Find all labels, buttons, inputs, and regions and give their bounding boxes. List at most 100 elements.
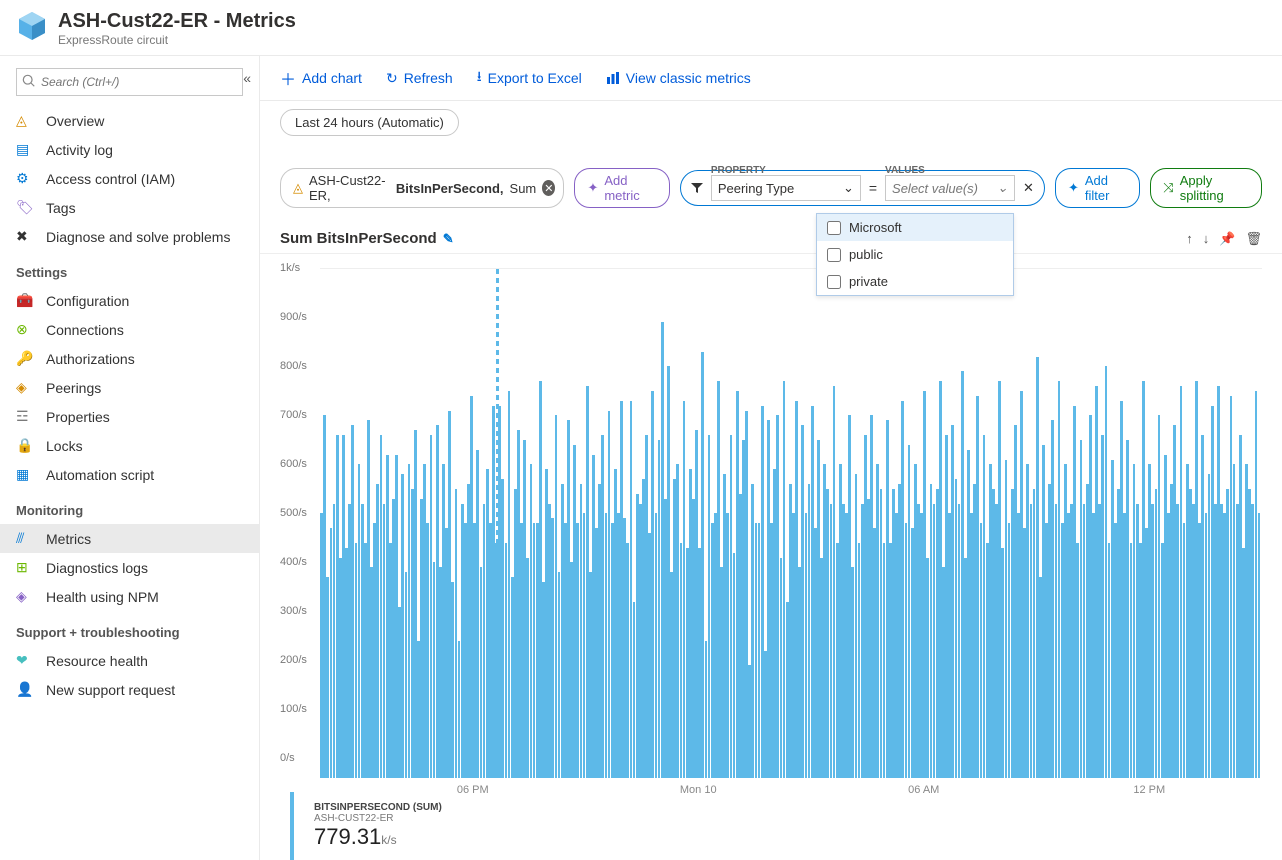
sidebar-item-connections[interactable]: ⊗Connections <box>0 315 259 344</box>
nav-label: Diagnose and solve problems <box>46 229 230 245</box>
dropdown-option[interactable]: public <box>817 241 1013 268</box>
sidebar-item-diagnostics-logs[interactable]: ⊞Diagnostics logs <box>0 553 259 582</box>
values-select[interactable]: Select value(s) ⌄ <box>885 175 1015 201</box>
newreq-icon: 👤 <box>16 681 38 698</box>
iam-icon: ⚙ <box>16 170 38 187</box>
sidebar-item-properties[interactable]: ☲Properties <box>0 402 259 431</box>
checkbox[interactable] <box>827 248 841 262</box>
overview-icon: ◬ <box>16 112 38 129</box>
sidebar-item-peerings[interactable]: ◈Peerings <box>0 373 259 402</box>
conn-icon: ⊗ <box>16 321 38 338</box>
nav-label: Peerings <box>46 380 101 396</box>
timerange-pill[interactable]: Last 24 hours (Automatic) <box>280 109 459 136</box>
add-metric-button[interactable]: ✦ Add metric <box>574 168 669 208</box>
nav-label: Authorizations <box>46 351 135 367</box>
y-tick: 0/s <box>280 752 295 764</box>
sidebar-item-diagnose-and-solve-problems[interactable]: ✖ Diagnose and solve problems <box>0 222 259 251</box>
lock-icon: 🔒 <box>16 437 38 454</box>
wrench-icon: ✖ <box>16 228 38 245</box>
refresh-button[interactable]: ↻ Refresh <box>386 70 453 87</box>
property-label: PROPERTY <box>711 165 766 176</box>
sidebar-item-locks[interactable]: 🔒Locks <box>0 431 259 460</box>
nav-label: Resource health <box>46 653 148 669</box>
search-icon <box>22 74 36 88</box>
y-tick: 300/s <box>280 605 307 617</box>
auto-icon: ▦ <box>16 466 38 483</box>
chart-title: Sum BitsInPerSecond <box>280 230 437 247</box>
chart-marker-line <box>496 269 499 778</box>
edit-title-icon[interactable]: ✎ <box>443 231 454 247</box>
x-tick: Mon 10 <box>586 784 812 808</box>
cube-icon <box>16 10 48 42</box>
nav-label: New support request <box>46 682 175 698</box>
resource-icon: ◬ <box>293 180 303 196</box>
split-icon: ⤨ <box>1163 180 1173 196</box>
auth-icon: 🔑 <box>16 350 38 367</box>
chevron-down-icon: ⌄ <box>843 180 854 196</box>
y-tick: 700/s <box>280 409 307 421</box>
nav-label: Tags <box>46 200 76 216</box>
chart-area: 1k/s900/s800/s700/s600/s500/s400/s300/s2… <box>260 254 1282 792</box>
chart-bar <box>1258 513 1261 778</box>
search-input[interactable] <box>16 68 243 96</box>
filter-row: ◬ ASH-Cust22-ER, BitsInPerSecond, Sum ✕ … <box>260 136 1282 220</box>
sidebar-item-access-control-iam-[interactable]: ⚙ Access control (IAM) <box>0 164 259 193</box>
legend-unit: k/s <box>381 833 396 847</box>
y-tick: 900/s <box>280 311 307 323</box>
x-tick: 06 AM <box>811 784 1037 808</box>
legend-value: 779.31 <box>314 824 381 849</box>
sidebar-item-overview[interactable]: ◬Overview <box>0 106 259 135</box>
main-content: ＋ Add chart ↻ Refresh ⭳ Export to Excel … <box>260 56 1282 860</box>
apply-splitting-button[interactable]: ⤨ Apply splitting <box>1150 168 1262 208</box>
dropdown-option[interactable]: Microsoft <box>817 214 1013 241</box>
nav-label: Health using NPM <box>46 589 159 605</box>
x-tick: 12 PM <box>1037 784 1263 808</box>
checkbox[interactable] <box>827 275 841 289</box>
sidebar-item-authorizations[interactable]: 🔑 Authorizations <box>0 344 259 373</box>
plus-star-icon: ✦ <box>587 180 598 196</box>
move-up-icon[interactable]: ↑ <box>1186 231 1193 247</box>
dropdown-option[interactable]: private <box>817 268 1013 295</box>
delete-icon[interactable]: 🗑 <box>1245 231 1262 247</box>
values-dropdown: Microsoft public private <box>816 213 1014 296</box>
legend-resource: ASH-CUST22-ER <box>314 813 442 824</box>
sidebar-item-metrics[interactable]: ⫻Metrics <box>0 524 259 553</box>
nav-label: Access control (IAM) <box>46 171 175 187</box>
remove-filter-icon[interactable]: ✕ <box>1023 180 1034 196</box>
y-tick: 200/s <box>280 654 307 666</box>
page-title: ASH-Cust22-ER - Metrics <box>58 10 296 33</box>
sidebar-item-activity-log[interactable]: ▤Activity log <box>0 135 259 164</box>
nav-label: Configuration <box>46 293 129 309</box>
rhealth-icon: ❤ <box>16 652 38 669</box>
checkbox[interactable] <box>827 221 841 235</box>
export-excel-button[interactable]: ⭳ Export to Excel <box>477 66 582 90</box>
remove-metric-icon[interactable]: ✕ <box>542 180 555 196</box>
chart-bars <box>320 288 1262 778</box>
config-icon: 🧰 <box>16 292 38 309</box>
move-down-icon[interactable]: ↓ <box>1203 231 1210 247</box>
pin-icon[interactable]: 📌 <box>1219 231 1235 247</box>
y-tick: 800/s <box>280 360 307 372</box>
nav-monitoring-header: Monitoring <box>0 489 259 524</box>
sidebar-item-configuration[interactable]: 🧰 Configuration <box>0 286 259 315</box>
collapse-sidebar-icon[interactable]: « <box>243 70 251 86</box>
prop-icon: ☲ <box>16 408 38 425</box>
sidebar-item-resource-health[interactable]: ❤ Resource health <box>0 646 259 675</box>
metric-pill[interactable]: ◬ ASH-Cust22-ER, BitsInPerSecond, Sum ✕ <box>280 168 564 208</box>
add-chart-button[interactable]: ＋ Add chart <box>280 66 362 90</box>
chart-xaxis: 06 PMMon 1006 AM12 PM <box>360 784 1262 808</box>
diag-icon: ⊞ <box>16 559 38 576</box>
sidebar-item-tags[interactable]: 🏷Tags <box>0 193 259 222</box>
log-icon: ▤ <box>16 141 38 158</box>
sidebar-item-health-using-npm[interactable]: ◈Health using NPM <box>0 582 259 611</box>
refresh-icon: ↻ <box>386 70 398 87</box>
nav-support-header: Support + troubleshooting <box>0 611 259 646</box>
values-label: VALUES <box>885 165 925 176</box>
view-classic-button[interactable]: View classic metrics <box>606 70 751 86</box>
sidebar-item-automation-script[interactable]: ▦Automation script <box>0 460 259 489</box>
property-select[interactable]: Peering Type ⌄ <box>711 175 861 201</box>
sidebar-item-new-support-request[interactable]: 👤 New support request <box>0 675 259 704</box>
sidebar-search <box>16 68 243 96</box>
toolbar: ＋ Add chart ↻ Refresh ⭳ Export to Excel … <box>260 56 1282 101</box>
add-filter-button[interactable]: ✦ Add filter <box>1055 168 1140 208</box>
